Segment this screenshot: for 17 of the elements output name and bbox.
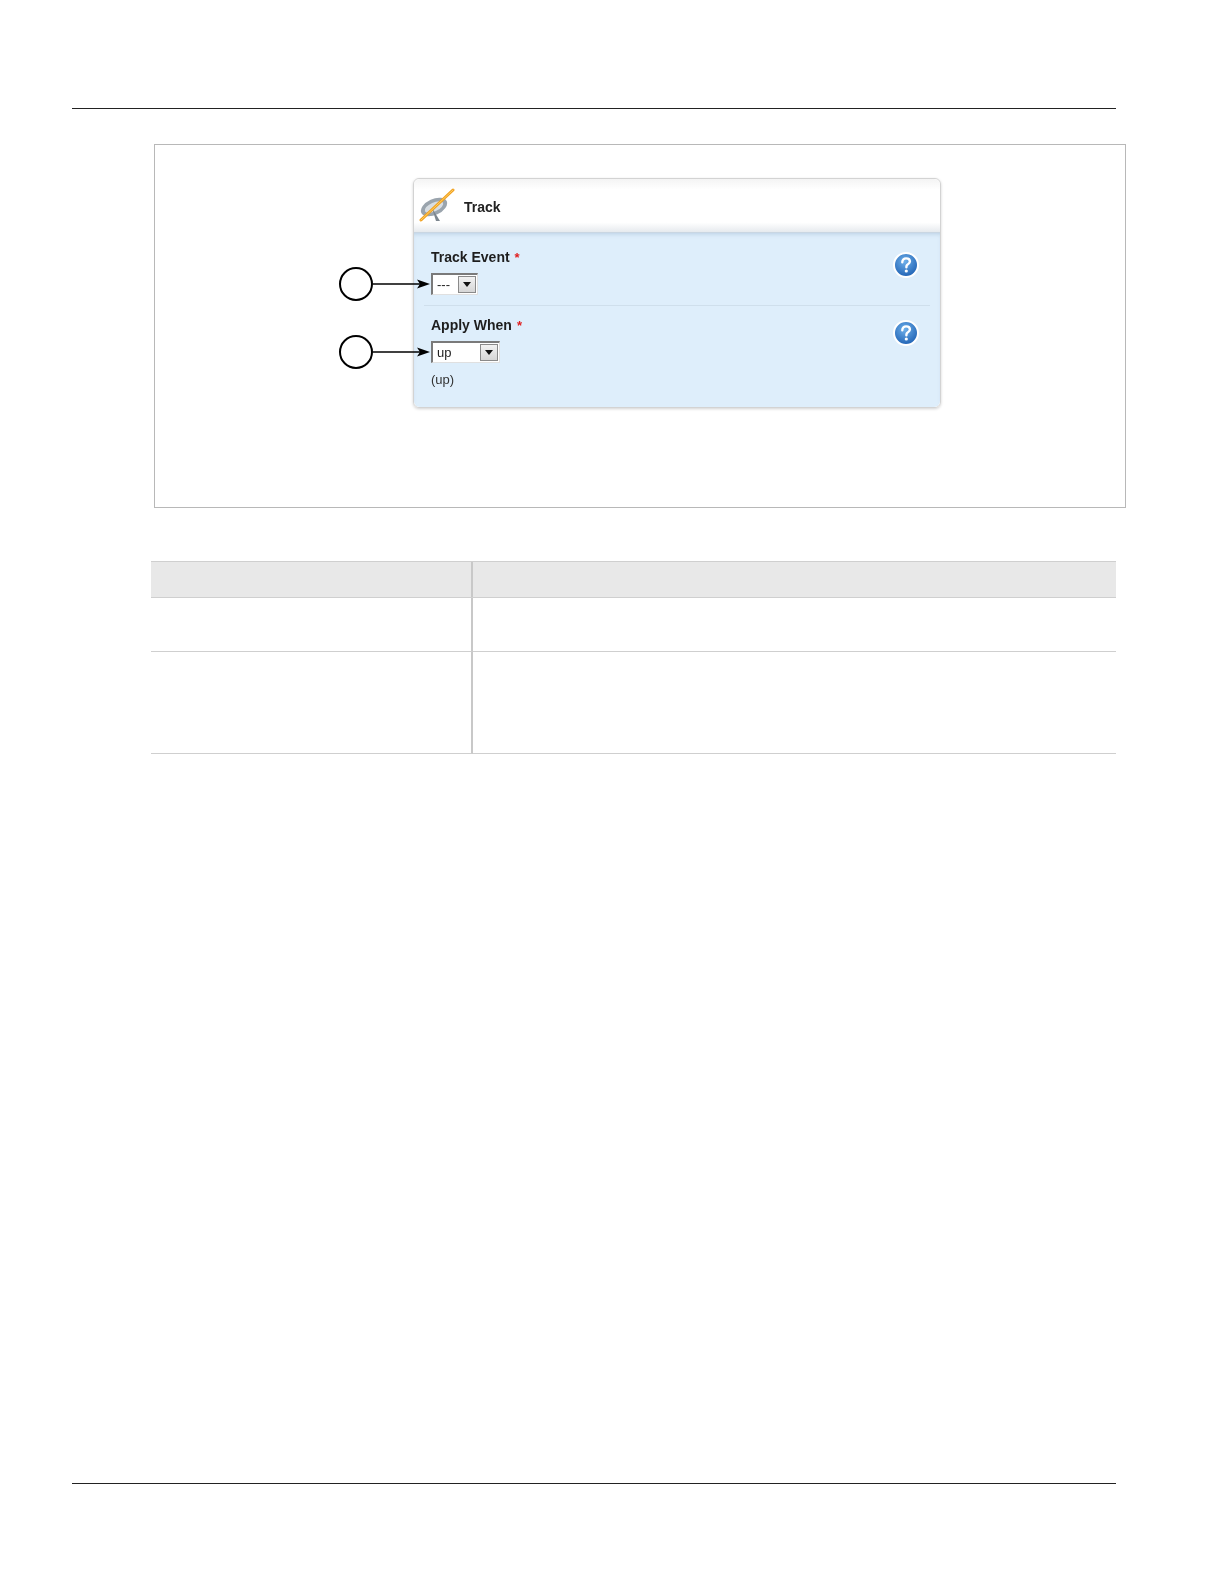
dropdown-button[interactable] xyxy=(480,344,498,361)
dish-antenna-icon xyxy=(418,187,455,224)
caret-icon xyxy=(463,282,471,287)
callout-arrow xyxy=(373,347,430,357)
panel-title: Track xyxy=(464,197,501,215)
dropdown-button[interactable] xyxy=(458,276,476,293)
caret-icon xyxy=(485,350,493,355)
field-label: Track Event xyxy=(431,248,510,266)
help-icon[interactable] xyxy=(893,320,919,346)
field-label: Apply When xyxy=(431,316,512,334)
help-icon[interactable] xyxy=(893,252,919,278)
field-note: (up) xyxy=(431,372,455,388)
dropdown[interactable]: up xyxy=(431,341,500,363)
required-mark: * xyxy=(516,317,522,335)
dropdown[interactable]: --- xyxy=(431,273,478,295)
callout-arrow xyxy=(373,279,430,289)
required-mark: * xyxy=(514,249,520,267)
